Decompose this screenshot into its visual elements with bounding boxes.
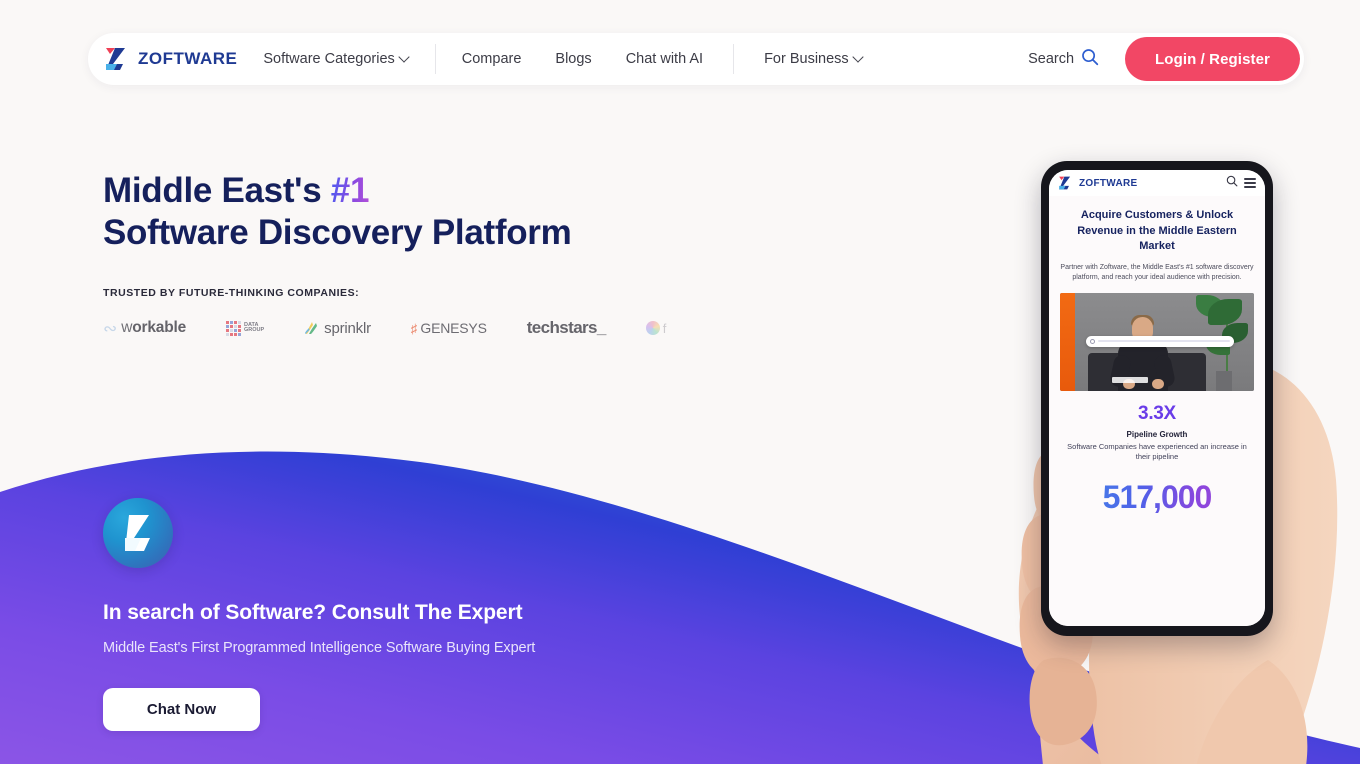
hero-title-accent: #1 xyxy=(330,171,370,210)
plant-pot xyxy=(1216,370,1232,391)
logo-partial-faded: f xyxy=(645,320,667,336)
brand-logo-text: ZOFTWARE xyxy=(138,49,238,68)
nav-item-for-business[interactable]: For Business xyxy=(764,51,863,67)
consult-heading: In search of Software? Consult The Exper… xyxy=(103,601,523,624)
search-icon xyxy=(1081,48,1099,71)
hamburger-menu-icon[interactable] xyxy=(1244,178,1256,188)
video-orange-stripe xyxy=(1060,292,1075,391)
stat-description: Software Companies have experienced an i… xyxy=(1067,441,1247,462)
stat-value: 3.3X xyxy=(1138,402,1176,424)
nav-item-label: Compare xyxy=(461,51,522,67)
trusted-logos-strip: ∾ workable DATA GROUP sprinklr ♯ GENESYS… xyxy=(103,315,666,341)
logo-label: workable xyxy=(121,319,186,336)
zoftware-circle-logo-icon xyxy=(103,498,173,568)
zoftware-logo-icon xyxy=(1058,176,1073,190)
nav-item-label: For Business xyxy=(764,51,849,67)
nav-item-label: Blogs xyxy=(555,51,592,67)
page-title: Middle East's #1 Software Discovery Plat… xyxy=(103,170,666,254)
brand-logo[interactable]: ZOFTWARE xyxy=(104,47,237,71)
video-cta-badge xyxy=(1112,376,1148,383)
genesys-mark-icon: ♯ xyxy=(410,320,418,336)
chat-now-button[interactable]: Chat Now xyxy=(103,688,260,731)
phone-mockup: ZOFTWARE Acquire Customers & Unlock Reve… xyxy=(1000,150,1360,764)
stat-label: Pipeline Growth xyxy=(1126,429,1188,439)
phone-device: ZOFTWARE Acquire Customers & Unlock Reve… xyxy=(1041,161,1273,636)
nav-item-compare[interactable]: Compare xyxy=(462,51,522,67)
phone-stat-block: 3.3X Pipeline Growth Software Companies … xyxy=(1060,403,1254,463)
logo-label: f xyxy=(662,320,667,336)
sprinklr-leaf-icon xyxy=(304,320,320,336)
search-placeholder-line xyxy=(1098,340,1230,342)
phone-logo-text: ZOFTWARE xyxy=(1079,177,1138,189)
logo-label: DATA GROUP xyxy=(244,321,265,333)
hero-section: Middle East's #1 Software Discovery Plat… xyxy=(103,170,666,341)
video-overlay-search-bar xyxy=(1086,335,1234,347)
logo-label: techstars_ xyxy=(526,318,607,337)
logo-genesys: ♯ GENESYS xyxy=(411,320,487,336)
phone-subheadline: Partner with Zoftware, the Middle East's… xyxy=(1060,263,1254,281)
presenter-hand-right xyxy=(1152,378,1164,389)
consult-expert-section: In search of Software? Consult The Exper… xyxy=(103,498,723,731)
logo-sprinklr: sprinklr xyxy=(304,320,371,337)
nav-item-label: Chat with AI xyxy=(625,51,704,67)
hero-title-line2: Software Discovery Platform xyxy=(103,213,572,252)
phone-screen: ZOFTWARE Acquire Customers & Unlock Reve… xyxy=(1049,170,1265,626)
search-label: Search xyxy=(1028,51,1075,67)
nav-item-blogs[interactable]: Blogs xyxy=(555,51,591,67)
logo-workable: ∾ workable xyxy=(103,319,186,337)
nav-item-label: Software Categories xyxy=(263,51,395,67)
partial-logo-circle-icon xyxy=(645,321,660,335)
nav-divider-1 xyxy=(434,44,436,74)
nav-item-chat-with-ai[interactable]: Chat with AI xyxy=(626,51,703,67)
chevron-down-icon xyxy=(400,53,409,62)
trusted-by-label: TRUSTED BY FUTURE-THINKING COMPANIES: xyxy=(103,287,360,299)
nav-item-software-categories[interactable]: Software Categories xyxy=(263,51,408,67)
logo-data-group: DATA GROUP xyxy=(226,320,265,336)
workable-swirl-icon: ∾ xyxy=(103,318,118,338)
logo-label: GENESYS xyxy=(420,320,487,336)
zoftware-logo-icon xyxy=(104,47,130,71)
chevron-down-icon xyxy=(854,53,863,62)
search-button[interactable]: Search xyxy=(1028,48,1099,71)
page-root: ZOFTWARE Software Categories Compare Blo… xyxy=(0,0,1360,764)
phone-app-body: Acquire Customers & Unlock Revenue in th… xyxy=(1049,196,1265,626)
phone-big-number: 517,000 xyxy=(1060,479,1254,516)
nav-divider-2 xyxy=(733,44,735,74)
logo-techstars: techstars_ xyxy=(526,318,607,338)
phone-headline: Acquire Customers & Unlock Revenue in th… xyxy=(1077,209,1237,252)
logo-label: sprinklr xyxy=(324,319,371,337)
hero-title-line1-prefix: Middle East's xyxy=(103,171,331,210)
data-group-grid-icon xyxy=(226,320,241,336)
main-navbar: ZOFTWARE Software Categories Compare Blo… xyxy=(88,33,1304,85)
search-icon[interactable] xyxy=(1226,174,1238,192)
phone-video-thumbnail[interactable] xyxy=(1060,292,1254,391)
search-icon xyxy=(1090,338,1095,344)
phone-app-header: ZOFTWARE xyxy=(1049,170,1265,196)
consult-subtitle: Middle East's First Programmed Intellige… xyxy=(103,640,536,656)
login-register-button[interactable]: Login / Register xyxy=(1125,37,1300,81)
